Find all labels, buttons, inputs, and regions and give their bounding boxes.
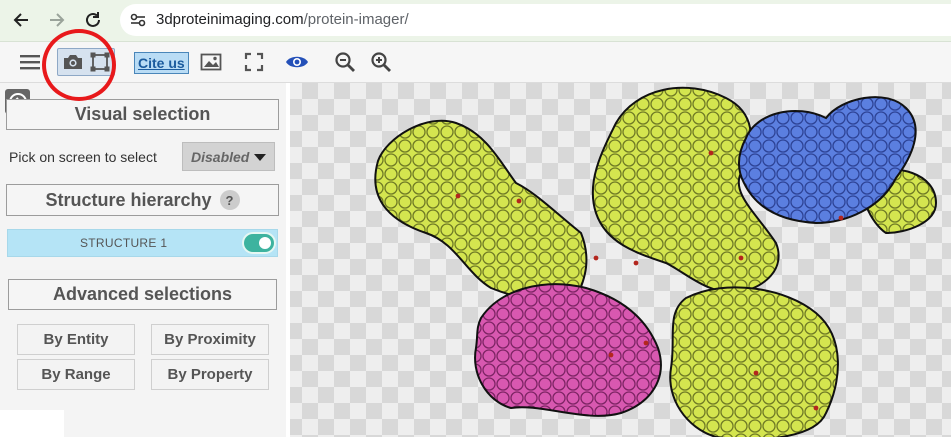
camera-icon[interactable] xyxy=(61,50,85,74)
zoom-in-icon[interactable] xyxy=(369,50,393,74)
help-icon[interactable]: ? xyxy=(219,190,240,210)
menu-icon[interactable] xyxy=(18,50,42,74)
pick-mode-select[interactable]: Disabled xyxy=(182,142,275,171)
structure-hierarchy-title: Structure hierarchy xyxy=(45,189,212,210)
protein-viewer-canvas[interactable] xyxy=(286,83,951,437)
back-arrow-icon[interactable] xyxy=(10,9,32,31)
pick-mode-value: Disabled xyxy=(191,148,250,165)
panel-footer-gap xyxy=(0,410,64,437)
left-panel: Visual selection Pick on screen to selec… xyxy=(0,83,286,437)
reload-icon[interactable] xyxy=(82,9,104,31)
structure-hierarchy-header: Structure hierarchy ? xyxy=(6,184,279,216)
image-icon[interactable] xyxy=(199,50,223,74)
cite-us-button[interactable]: Cite us xyxy=(134,52,189,74)
crop-selection-icon[interactable] xyxy=(88,50,112,74)
capture-mode-group xyxy=(57,48,115,76)
zoom-out-icon[interactable] xyxy=(333,50,357,74)
eye-icon[interactable] xyxy=(285,50,309,74)
structure-visibility-toggle[interactable] xyxy=(242,232,276,254)
yellow-chain-left xyxy=(374,119,588,304)
by-range-button[interactable]: By Range xyxy=(17,359,135,390)
structure-row[interactable]: STRUCTURE 1 xyxy=(7,229,278,257)
advanced-selections-header: Advanced selections xyxy=(8,279,277,310)
viewer-edge xyxy=(286,83,290,437)
visual-selection-header: Visual selection xyxy=(6,99,279,130)
browser-address-bar: 3dproteinimaging.com/protein-imager/ xyxy=(0,0,951,42)
by-entity-button[interactable]: By Entity xyxy=(17,324,135,355)
pick-on-screen-label: Pick on screen to select xyxy=(9,149,157,165)
pink-chain xyxy=(474,283,662,417)
by-proximity-button[interactable]: By Proximity xyxy=(151,324,269,355)
url-text[interactable]: 3dproteinimaging.com/protein-imager/ xyxy=(156,11,409,28)
yellow-chain-bottom xyxy=(669,286,839,437)
caret-down-icon xyxy=(254,154,266,161)
forward-arrow-icon[interactable] xyxy=(46,9,68,31)
fullscreen-icon[interactable] xyxy=(242,50,266,74)
toggle-knob xyxy=(259,237,271,249)
site-info-icon[interactable] xyxy=(128,10,148,30)
structure-label: STRUCTURE 1 xyxy=(80,236,168,250)
app-toolbar: Cite us xyxy=(0,42,951,83)
url-path: /protein-imager/ xyxy=(303,11,409,28)
by-property-button[interactable]: By Property xyxy=(151,359,269,390)
protein-structure-render xyxy=(374,86,938,437)
url-host: 3dproteinimaging.com xyxy=(156,11,304,28)
